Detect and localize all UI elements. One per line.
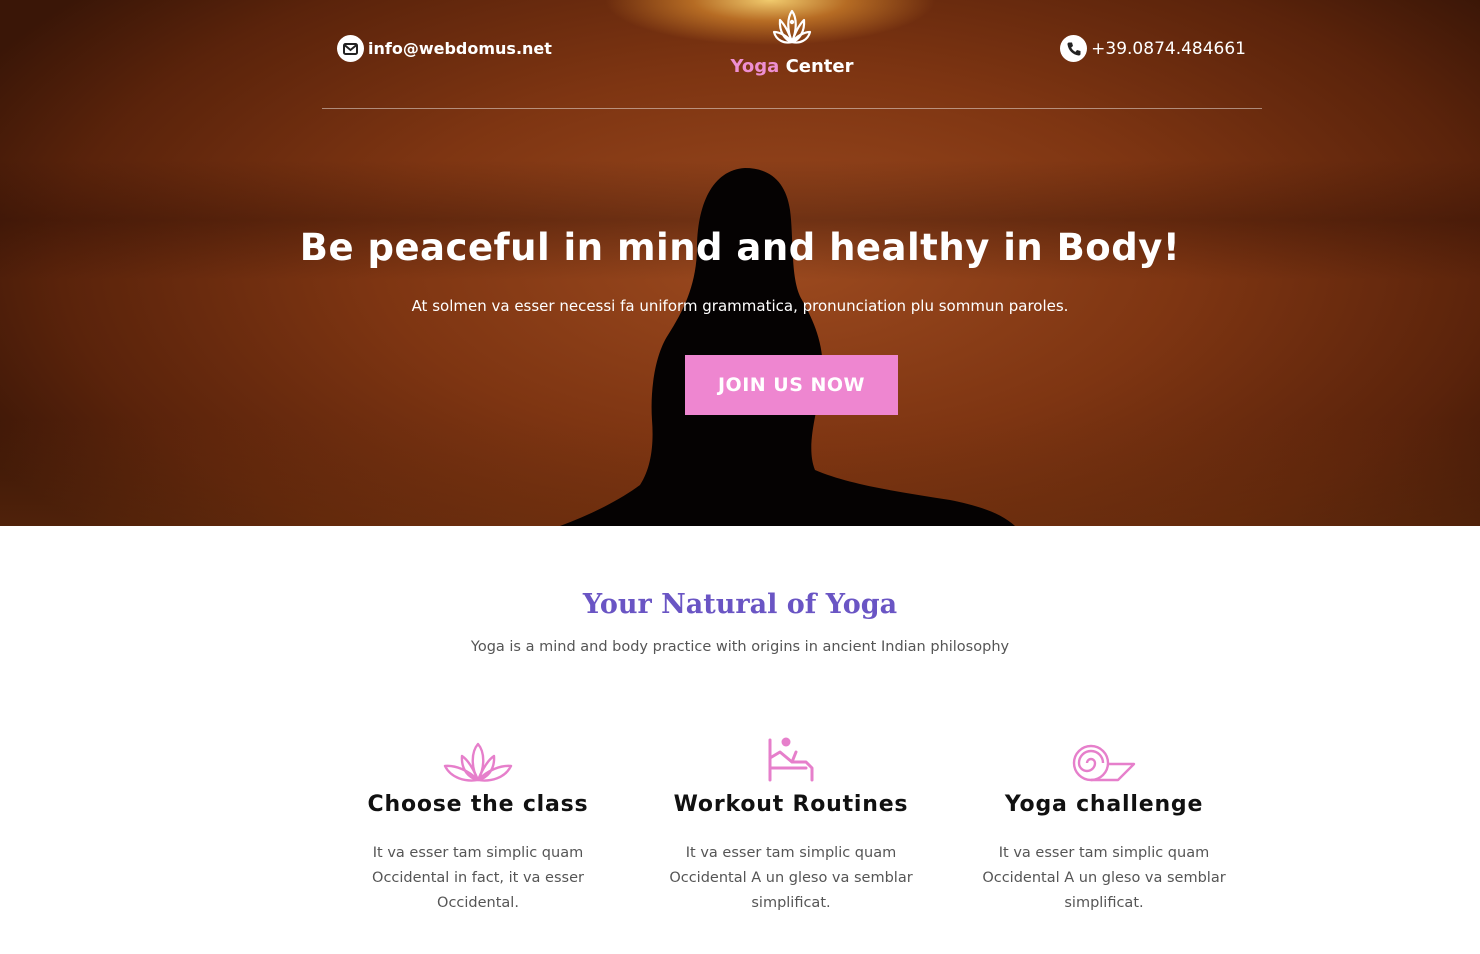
feature-workout-routines: Workout Routines It va esser tam simplic… — [646, 728, 936, 916]
phone-text: +39.0874.484661 — [1091, 38, 1246, 59]
email-icon — [337, 35, 364, 62]
lotus-icon — [333, 728, 623, 784]
top-header: info@webdomus.net Yoga Center +39.0874.4… — [322, 0, 1262, 110]
site-logo[interactable]: Yoga Center — [722, 8, 862, 77]
hero-title: Be peaceful in mind and healthy in Body! — [299, 226, 1181, 269]
feature-text: It va esser tam simplic quam Occidental … — [982, 845, 1226, 911]
lotus-logo-icon — [772, 9, 812, 44]
workout-icon — [646, 728, 936, 784]
section-subtitle: Yoga is a mind and body practice with or… — [470, 639, 1010, 655]
feature-title: Yoga challenge — [1004, 792, 1204, 817]
feature-text: It va esser tam simplic quam Occidental … — [669, 845, 913, 911]
phone-icon — [1060, 35, 1088, 62]
feature-text: It va esser tam simplic quam Occidental … — [372, 845, 584, 911]
email-text: info@webdomus.net — [368, 39, 552, 58]
logo-word-center: Center — [785, 56, 854, 77]
join-us-now-button[interactable]: JOIN US NOW — [685, 355, 898, 415]
section-title: Your Natural of Yoga — [582, 589, 898, 620]
phone-contact[interactable]: +39.0874.484661 — [1060, 35, 1246, 62]
feature-title: Choose the class — [367, 792, 589, 817]
yoga-mat-icon — [959, 728, 1249, 784]
email-contact[interactable]: info@webdomus.net — [337, 35, 552, 62]
feature-yoga-challenge: Yoga challenge It va esser tam simplic q… — [959, 728, 1249, 916]
header-divider — [322, 108, 1262, 109]
logo-text: Yoga Center — [722, 56, 862, 77]
hero-subtitle: At solmen va esser necessi fa uniform gr… — [411, 297, 1069, 315]
logo-word-yoga: Yoga — [730, 56, 780, 77]
feature-title: Workout Routines — [673, 792, 909, 817]
feature-choose-class: Choose the class It va esser tam simplic… — [333, 728, 623, 916]
